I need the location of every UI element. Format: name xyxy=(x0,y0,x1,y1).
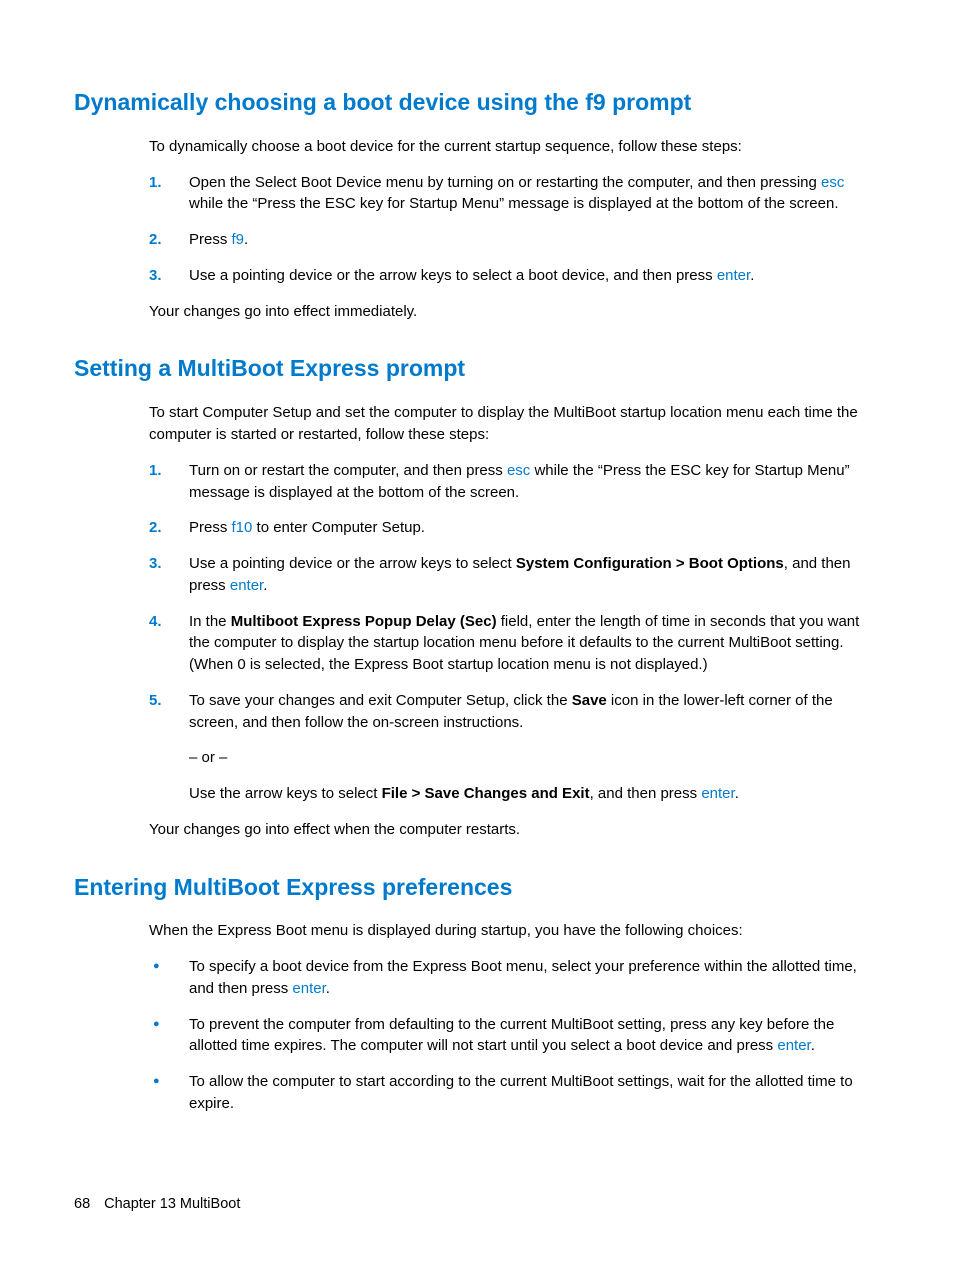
field-name: Multiboot Express Popup Delay (Sec) xyxy=(231,613,497,630)
choice-2: To prevent the computer from defaulting … xyxy=(149,1014,876,1058)
step-number: 1. xyxy=(149,460,162,482)
key-enter: enter xyxy=(777,1037,810,1054)
key-enter: enter xyxy=(701,785,734,802)
menu-path: System Configuration > Boot Options xyxy=(516,555,784,572)
step-number: 1. xyxy=(149,172,162,194)
step-text: . xyxy=(735,785,739,802)
choice-3: To allow the computer to start according… xyxy=(149,1071,876,1115)
step-1: 1. Turn on or restart the computer, and … xyxy=(149,460,876,504)
step-3: 3. Use a pointing device or the arrow ke… xyxy=(149,553,876,597)
section3-choices: To specify a boot device from the Expres… xyxy=(149,956,876,1115)
step-2: 2. Press f9. xyxy=(149,229,876,251)
step-text: . xyxy=(263,577,267,594)
step-text: Use a pointing device or the arrow keys … xyxy=(189,267,717,284)
step-3: 3. Use a pointing device or the arrow ke… xyxy=(149,265,876,287)
section1-body: To dynamically choose a boot device for … xyxy=(149,136,876,323)
step-2: 2. Press f10 to enter Computer Setup. xyxy=(149,517,876,539)
choice-text: . xyxy=(326,980,330,997)
step-text: To save your changes and exit Computer S… xyxy=(189,692,572,709)
section3-body: When the Express Boot menu is displayed … xyxy=(149,920,876,1114)
section2-steps: 1. Turn on or restart the computer, and … xyxy=(149,460,876,805)
step-text: Press xyxy=(189,231,232,248)
step-number: 3. xyxy=(149,553,162,575)
choice-text: To allow the computer to start according… xyxy=(189,1073,853,1112)
section2-intro: To start Computer Setup and set the comp… xyxy=(149,402,876,446)
step-text: Press xyxy=(189,519,232,536)
document-page: Dynamically choosing a boot device using… xyxy=(0,0,954,1270)
menu-path: File > Save Changes and Exit xyxy=(382,785,590,802)
step-1: 1. Open the Select Boot Device menu by t… xyxy=(149,172,876,216)
or-divider: – or – xyxy=(189,747,876,769)
key-esc: esc xyxy=(821,174,844,191)
section-heading-multiboot-prefs: Entering MultiBoot Express preferences xyxy=(74,873,880,903)
key-f9: f9 xyxy=(232,231,245,248)
key-enter: enter xyxy=(230,577,263,594)
section2-outro: Your changes go into effect when the com… xyxy=(149,819,876,841)
choice-text: To specify a boot device from the Expres… xyxy=(189,958,857,997)
step-text: Turn on or restart the computer, and the… xyxy=(189,462,507,479)
step-number: 5. xyxy=(149,690,162,712)
step-number: 3. xyxy=(149,265,162,287)
step-text: , and then press xyxy=(590,785,702,802)
page-footer: 68 Chapter 13 MultiBoot xyxy=(74,1196,240,1212)
section-heading-f9: Dynamically choosing a boot device using… xyxy=(74,88,880,118)
step-alt: Use the arrow keys to select File > Save… xyxy=(189,783,876,805)
key-enter: enter xyxy=(717,267,750,284)
section1-outro: Your changes go into effect immediately. xyxy=(149,301,876,323)
key-enter: enter xyxy=(292,980,325,997)
step-text: Use the arrow keys to select xyxy=(189,785,382,802)
section3-intro: When the Express Boot menu is displayed … xyxy=(149,920,876,942)
choice-text: To prevent the computer from defaulting … xyxy=(189,1016,834,1055)
step-number: 4. xyxy=(149,611,162,633)
step-text: Use a pointing device or the arrow keys … xyxy=(189,555,516,572)
step-text: . xyxy=(244,231,248,248)
section-heading-multiboot-prompt: Setting a MultiBoot Express prompt xyxy=(74,354,880,384)
choice-1: To specify a boot device from the Expres… xyxy=(149,956,876,1000)
step-number: 2. xyxy=(149,517,162,539)
step-4: 4. In the Multiboot Express Popup Delay … xyxy=(149,611,876,676)
choice-text: . xyxy=(811,1037,815,1054)
step-text: . xyxy=(750,267,754,284)
page-number: 68 xyxy=(74,1196,90,1212)
key-f10: f10 xyxy=(232,519,253,536)
section1-intro: To dynamically choose a boot device for … xyxy=(149,136,876,158)
step-text: to enter Computer Setup. xyxy=(252,519,425,536)
section1-steps: 1. Open the Select Boot Device menu by t… xyxy=(149,172,876,287)
step-text: while the “Press the ESC key for Startup… xyxy=(189,195,838,212)
step-text: Open the Select Boot Device menu by turn… xyxy=(189,174,821,191)
step-text: In the xyxy=(189,613,231,630)
step-number: 2. xyxy=(149,229,162,251)
chapter-label: Chapter 13 MultiBoot xyxy=(104,1196,240,1212)
section2-body: To start Computer Setup and set the comp… xyxy=(149,402,876,840)
step-5: 5. To save your changes and exit Compute… xyxy=(149,690,876,805)
save-label: Save xyxy=(572,692,607,709)
key-esc: esc xyxy=(507,462,530,479)
